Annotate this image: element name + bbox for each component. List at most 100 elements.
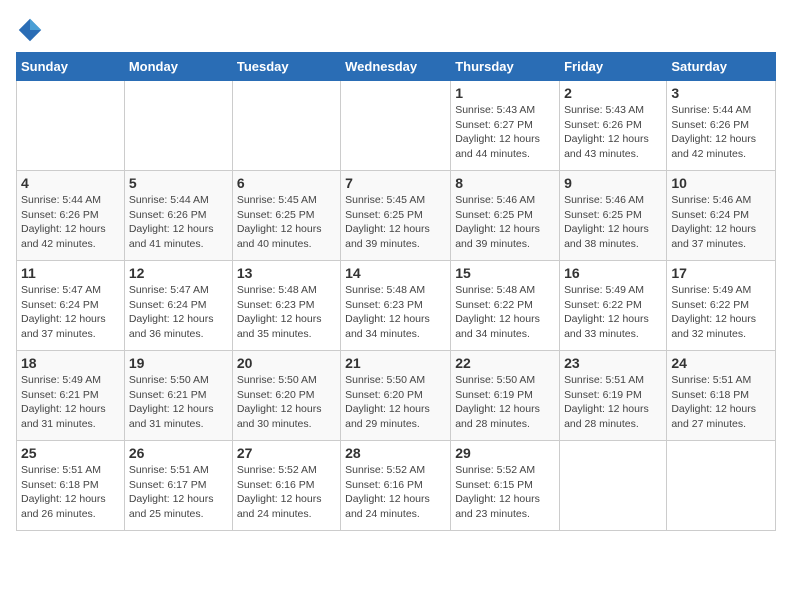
calendar-cell xyxy=(341,81,451,171)
day-number: 19 xyxy=(129,355,228,371)
calendar-cell: 15 Sunrise: 5:48 AMSunset: 6:22 PMDayligh… xyxy=(451,261,560,351)
day-info: Sunrise: 5:47 AMSunset: 6:24 PMDaylight:… xyxy=(21,283,120,342)
day-number: 28 xyxy=(345,445,446,461)
calendar-cell: 19 Sunrise: 5:50 AMSunset: 6:21 PMDayligh… xyxy=(124,351,232,441)
calendar-cell: 2 Sunrise: 5:43 AMSunset: 6:26 PMDaylight… xyxy=(560,81,667,171)
calendar-cell: 10 Sunrise: 5:46 AMSunset: 6:24 PMDayligh… xyxy=(667,171,776,261)
day-number: 26 xyxy=(129,445,228,461)
day-number: 29 xyxy=(455,445,555,461)
day-info: Sunrise: 5:43 AMSunset: 6:26 PMDaylight:… xyxy=(564,103,662,162)
calendar-cell: 14 Sunrise: 5:48 AMSunset: 6:23 PMDayligh… xyxy=(341,261,451,351)
day-info: Sunrise: 5:43 AMSunset: 6:27 PMDaylight:… xyxy=(455,103,555,162)
calendar-cell: 22 Sunrise: 5:50 AMSunset: 6:19 PMDayligh… xyxy=(451,351,560,441)
calendar-cell: 6 Sunrise: 5:45 AMSunset: 6:25 PMDaylight… xyxy=(232,171,340,261)
calendar-cell: 1 Sunrise: 5:43 AMSunset: 6:27 PMDaylight… xyxy=(451,81,560,171)
day-info: Sunrise: 5:50 AMSunset: 6:21 PMDaylight:… xyxy=(129,373,228,432)
col-header-thursday: Thursday xyxy=(451,53,560,81)
day-info: Sunrise: 5:50 AMSunset: 6:20 PMDaylight:… xyxy=(237,373,336,432)
day-number: 24 xyxy=(671,355,771,371)
day-number: 9 xyxy=(564,175,662,191)
day-number: 15 xyxy=(455,265,555,281)
day-info: Sunrise: 5:52 AMSunset: 6:16 PMDaylight:… xyxy=(345,463,446,522)
calendar-cell: 21 Sunrise: 5:50 AMSunset: 6:20 PMDayligh… xyxy=(341,351,451,441)
col-header-sunday: Sunday xyxy=(17,53,125,81)
day-number: 14 xyxy=(345,265,446,281)
calendar-cell: 5 Sunrise: 5:44 AMSunset: 6:26 PMDaylight… xyxy=(124,171,232,261)
col-header-wednesday: Wednesday xyxy=(341,53,451,81)
logo-icon xyxy=(16,16,44,44)
calendar-cell: 18 Sunrise: 5:49 AMSunset: 6:21 PMDayligh… xyxy=(17,351,125,441)
day-number: 17 xyxy=(671,265,771,281)
calendar-table: SundayMondayTuesdayWednesdayThursdayFrid… xyxy=(16,52,776,531)
day-info: Sunrise: 5:44 AMSunset: 6:26 PMDaylight:… xyxy=(129,193,228,252)
calendar-cell: 7 Sunrise: 5:45 AMSunset: 6:25 PMDaylight… xyxy=(341,171,451,261)
calendar-cell: 28 Sunrise: 5:52 AMSunset: 6:16 PMDayligh… xyxy=(341,441,451,531)
day-number: 4 xyxy=(21,175,120,191)
day-info: Sunrise: 5:44 AMSunset: 6:26 PMDaylight:… xyxy=(21,193,120,252)
col-header-saturday: Saturday xyxy=(667,53,776,81)
calendar-cell xyxy=(17,81,125,171)
col-header-friday: Friday xyxy=(560,53,667,81)
day-number: 6 xyxy=(237,175,336,191)
calendar-cell: 29 Sunrise: 5:52 AMSunset: 6:15 PMDayligh… xyxy=(451,441,560,531)
day-info: Sunrise: 5:52 AMSunset: 6:15 PMDaylight:… xyxy=(455,463,555,522)
day-info: Sunrise: 5:52 AMSunset: 6:16 PMDaylight:… xyxy=(237,463,336,522)
calendar-cell: 13 Sunrise: 5:48 AMSunset: 6:23 PMDayligh… xyxy=(232,261,340,351)
calendar-cell: 20 Sunrise: 5:50 AMSunset: 6:20 PMDayligh… xyxy=(232,351,340,441)
calendar-cell xyxy=(560,441,667,531)
calendar-cell: 26 Sunrise: 5:51 AMSunset: 6:17 PMDayligh… xyxy=(124,441,232,531)
calendar-cell: 23 Sunrise: 5:51 AMSunset: 6:19 PMDayligh… xyxy=(560,351,667,441)
day-info: Sunrise: 5:45 AMSunset: 6:25 PMDaylight:… xyxy=(237,193,336,252)
day-info: Sunrise: 5:44 AMSunset: 6:26 PMDaylight:… xyxy=(671,103,771,162)
calendar-cell: 8 Sunrise: 5:46 AMSunset: 6:25 PMDaylight… xyxy=(451,171,560,261)
day-number: 3 xyxy=(671,85,771,101)
day-number: 18 xyxy=(21,355,120,371)
logo xyxy=(16,16,48,44)
day-info: Sunrise: 5:46 AMSunset: 6:25 PMDaylight:… xyxy=(455,193,555,252)
day-info: Sunrise: 5:48 AMSunset: 6:23 PMDaylight:… xyxy=(237,283,336,342)
col-header-monday: Monday xyxy=(124,53,232,81)
day-info: Sunrise: 5:51 AMSunset: 6:19 PMDaylight:… xyxy=(564,373,662,432)
day-info: Sunrise: 5:47 AMSunset: 6:24 PMDaylight:… xyxy=(129,283,228,342)
day-info: Sunrise: 5:49 AMSunset: 6:21 PMDaylight:… xyxy=(21,373,120,432)
day-number: 20 xyxy=(237,355,336,371)
calendar-cell: 16Sunrise: 5:49 AMSunset: 6:22 PMDayligh… xyxy=(560,261,667,351)
calendar-cell: 11 Sunrise: 5:47 AMSunset: 6:24 PMDayligh… xyxy=(17,261,125,351)
day-info: Sunrise: 5:51 AMSunset: 6:18 PMDaylight:… xyxy=(671,373,771,432)
day-number: 13 xyxy=(237,265,336,281)
day-number: 11 xyxy=(21,265,120,281)
day-info: Sunrise: 5:48 AMSunset: 6:23 PMDaylight:… xyxy=(345,283,446,342)
day-number: 16 xyxy=(564,265,662,281)
day-info: Sunrise: 5:51 AMSunset: 6:17 PMDaylight:… xyxy=(129,463,228,522)
day-number: 7 xyxy=(345,175,446,191)
day-info: Sunrise: 5:45 AMSunset: 6:25 PMDaylight:… xyxy=(345,193,446,252)
calendar-cell: 3 Sunrise: 5:44 AMSunset: 6:26 PMDaylight… xyxy=(667,81,776,171)
calendar-cell: 24 Sunrise: 5:51 AMSunset: 6:18 PMDayligh… xyxy=(667,351,776,441)
day-info: Sunrise: 5:50 AMSunset: 6:20 PMDaylight:… xyxy=(345,373,446,432)
day-info: Sunrise: 5:51 AMSunset: 6:18 PMDaylight:… xyxy=(21,463,120,522)
day-number: 23 xyxy=(564,355,662,371)
day-number: 21 xyxy=(345,355,446,371)
day-number: 27 xyxy=(237,445,336,461)
day-info: Sunrise: 5:49 AMSunset: 6:22 PMDaylight:… xyxy=(671,283,771,342)
day-number: 10 xyxy=(671,175,771,191)
calendar-cell: 27 Sunrise: 5:52 AMSunset: 6:16 PMDayligh… xyxy=(232,441,340,531)
day-number: 22 xyxy=(455,355,555,371)
col-header-tuesday: Tuesday xyxy=(232,53,340,81)
calendar-cell: 12 Sunrise: 5:47 AMSunset: 6:24 PMDayligh… xyxy=(124,261,232,351)
day-number: 2 xyxy=(564,85,662,101)
day-number: 5 xyxy=(129,175,228,191)
calendar-cell: 4 Sunrise: 5:44 AMSunset: 6:26 PMDaylight… xyxy=(17,171,125,261)
calendar-cell: 25 Sunrise: 5:51 AMSunset: 6:18 PMDayligh… xyxy=(17,441,125,531)
day-number: 8 xyxy=(455,175,555,191)
page-header xyxy=(16,16,776,44)
day-number: 1 xyxy=(455,85,555,101)
day-info: Sunrise: 5:46 AMSunset: 6:24 PMDaylight:… xyxy=(671,193,771,252)
day-number: 12 xyxy=(129,265,228,281)
calendar-cell: 17 Sunrise: 5:49 AMSunset: 6:22 PMDayligh… xyxy=(667,261,776,351)
day-info: Sunrise: 5:50 AMSunset: 6:19 PMDaylight:… xyxy=(455,373,555,432)
calendar-cell xyxy=(232,81,340,171)
calendar-cell: 9Sunrise: 5:46 AMSunset: 6:25 PMDaylight… xyxy=(560,171,667,261)
day-number: 25 xyxy=(21,445,120,461)
day-info: Sunrise: 5:48 AMSunset: 6:22 PMDaylight:… xyxy=(455,283,555,342)
